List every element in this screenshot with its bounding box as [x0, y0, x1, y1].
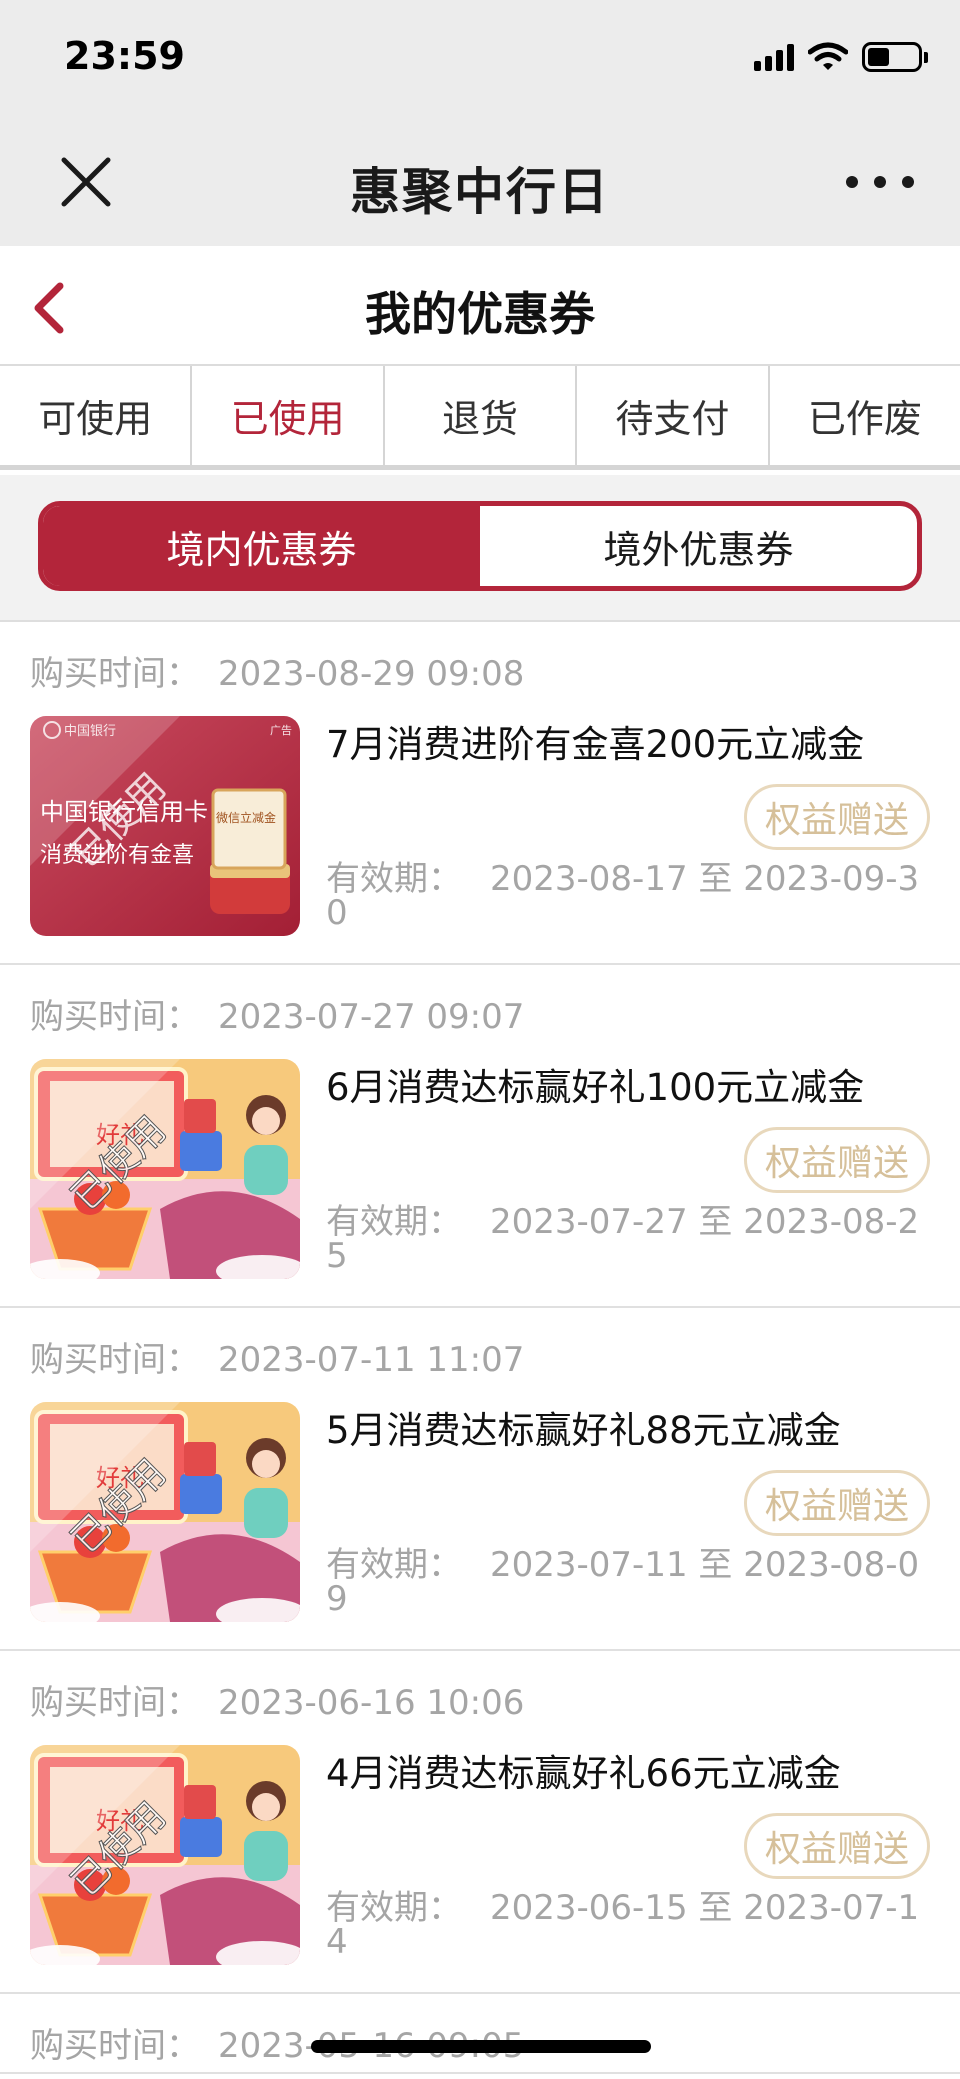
validity-row: 有效期： 2023-06-15 至 2023-07-14 [326, 1888, 920, 1962]
coupon-item[interactable]: 购买时间： 2023-08-29 09:08 中国银行 广告 中国银行信用卡 消费… [0, 622, 960, 965]
coupon-name: 5月消费达标赢好礼88元立减金 [326, 1409, 841, 1452]
coupon-name: 7月消费进阶有金喜200元立减金 [326, 723, 865, 766]
coupon-thumbnail: 好礼 已使用 [30, 1059, 300, 1279]
status-icons [754, 40, 928, 74]
tab-domestic-coupons[interactable]: 境内优惠券 [43, 506, 480, 586]
gift-button[interactable]: 权益赠送 [744, 1127, 930, 1193]
validity-row: 有效期： 2023-07-11 至 2023-08-09 [326, 1545, 920, 1619]
tab-overseas-coupons[interactable]: 境外优惠券 [480, 506, 917, 586]
region-segmented-control: 境内优惠券 境外优惠券 [38, 501, 922, 591]
validity-row: 有效期： 2023-07-27 至 2023-08-25 [326, 1202, 920, 1276]
purchase-time-label: 购买时间： [30, 1683, 200, 1723]
coupon-name: 6月消费达标赢好礼100元立减金 [326, 1066, 865, 1109]
coupon-list: 购买时间： 2023-08-29 09:08 中国银行 广告 中国银行信用卡 消费… [0, 622, 960, 2074]
coupon-item-partial[interactable]: 购买时间：2023-05-16 09:05 [0, 1994, 960, 2074]
battery-icon [862, 42, 928, 72]
purchase-time-row: 购买时间： 2023-07-11 11:07 [30, 1332, 524, 1381]
more-icon[interactable] [840, 166, 920, 198]
coupon-item[interactable]: 购买时间： 2023-07-11 11:07 好礼 已使用 5月消费达标赢好礼8… [0, 1308, 960, 1651]
purchase-time-row: 购买时间： 2023-07-27 09:07 [30, 989, 524, 1038]
mini-program-title: 惠聚中行日 [350, 163, 610, 221]
purchase-time-row: 购买时间： 2023-06-16 10:06 [30, 1675, 524, 1724]
purchase-time-value: 2023-06-16 10:06 [218, 1683, 525, 1723]
wifi-icon [808, 42, 848, 70]
ad-tag: 广告 [270, 724, 292, 737]
purchase-time-label: 购买时间： [30, 2026, 200, 2066]
tab-used[interactable]: 已使用 [192, 366, 385, 465]
coupon-thumbnail: 好礼 已使用 [30, 1402, 300, 1622]
thumb-box-text: 微信立减金 [216, 810, 276, 825]
coupon-thumbnail: 好礼 已使用 [30, 1745, 300, 1965]
mini-program-navbar: 惠聚中行日 [0, 120, 960, 246]
validity-row: 有效期： 2023-08-17 至 2023-09-30 [326, 859, 920, 933]
coupon-thumbnail: 中国银行 广告 中国银行信用卡 消费进阶有金喜 微信立减金 已使用 [30, 716, 300, 936]
coupon-item[interactable]: 购买时间： 2023-07-27 09:07 好礼 已使用 6月消费达标赢好礼1… [0, 965, 960, 1308]
page-header: 我的优惠券 [0, 246, 960, 366]
purchase-time-value: 2023-07-11 11:07 [218, 1340, 525, 1380]
purchase-time-label: 购买时间： [30, 997, 200, 1037]
purchase-time-label: 购买时间： [30, 654, 200, 694]
tab-pending-payment[interactable]: 待支付 [577, 366, 770, 465]
gift-button[interactable]: 权益赠送 [744, 1813, 930, 1879]
signal-icon [754, 43, 794, 71]
tab-voided[interactable]: 已作废 [770, 366, 960, 465]
gift-button[interactable]: 权益赠送 [744, 1470, 930, 1536]
purchase-time-value: 2023-07-27 09:07 [218, 997, 525, 1037]
purchase-time-row: 购买时间： 2023-08-29 09:08 [30, 646, 524, 695]
purchase-time-value: 2023-08-29 09:08 [218, 654, 525, 694]
coupon-status-tabs: 可使用 已使用 退货 待支付 已作废 [0, 366, 960, 470]
purchase-time-label: 购买时间： [30, 1340, 200, 1380]
coupon-item[interactable]: 购买时间： 2023-06-16 10:06 好礼 已使用 4月消费达标赢好礼6… [0, 1651, 960, 1994]
coupon-name: 4月消费达标赢好礼66元立减金 [326, 1752, 841, 1795]
tab-available[interactable]: 可使用 [0, 366, 193, 465]
region-filter-area: 境内优惠券 境外优惠券 [0, 475, 960, 622]
status-bar: 23:59 [0, 0, 960, 120]
tab-returned[interactable]: 退货 [385, 366, 578, 465]
status-time: 23:59 [64, 34, 185, 78]
page-title: 我的优惠券 [365, 287, 595, 341]
home-indicator[interactable] [311, 2040, 651, 2053]
gift-button[interactable]: 权益赠送 [744, 784, 930, 850]
